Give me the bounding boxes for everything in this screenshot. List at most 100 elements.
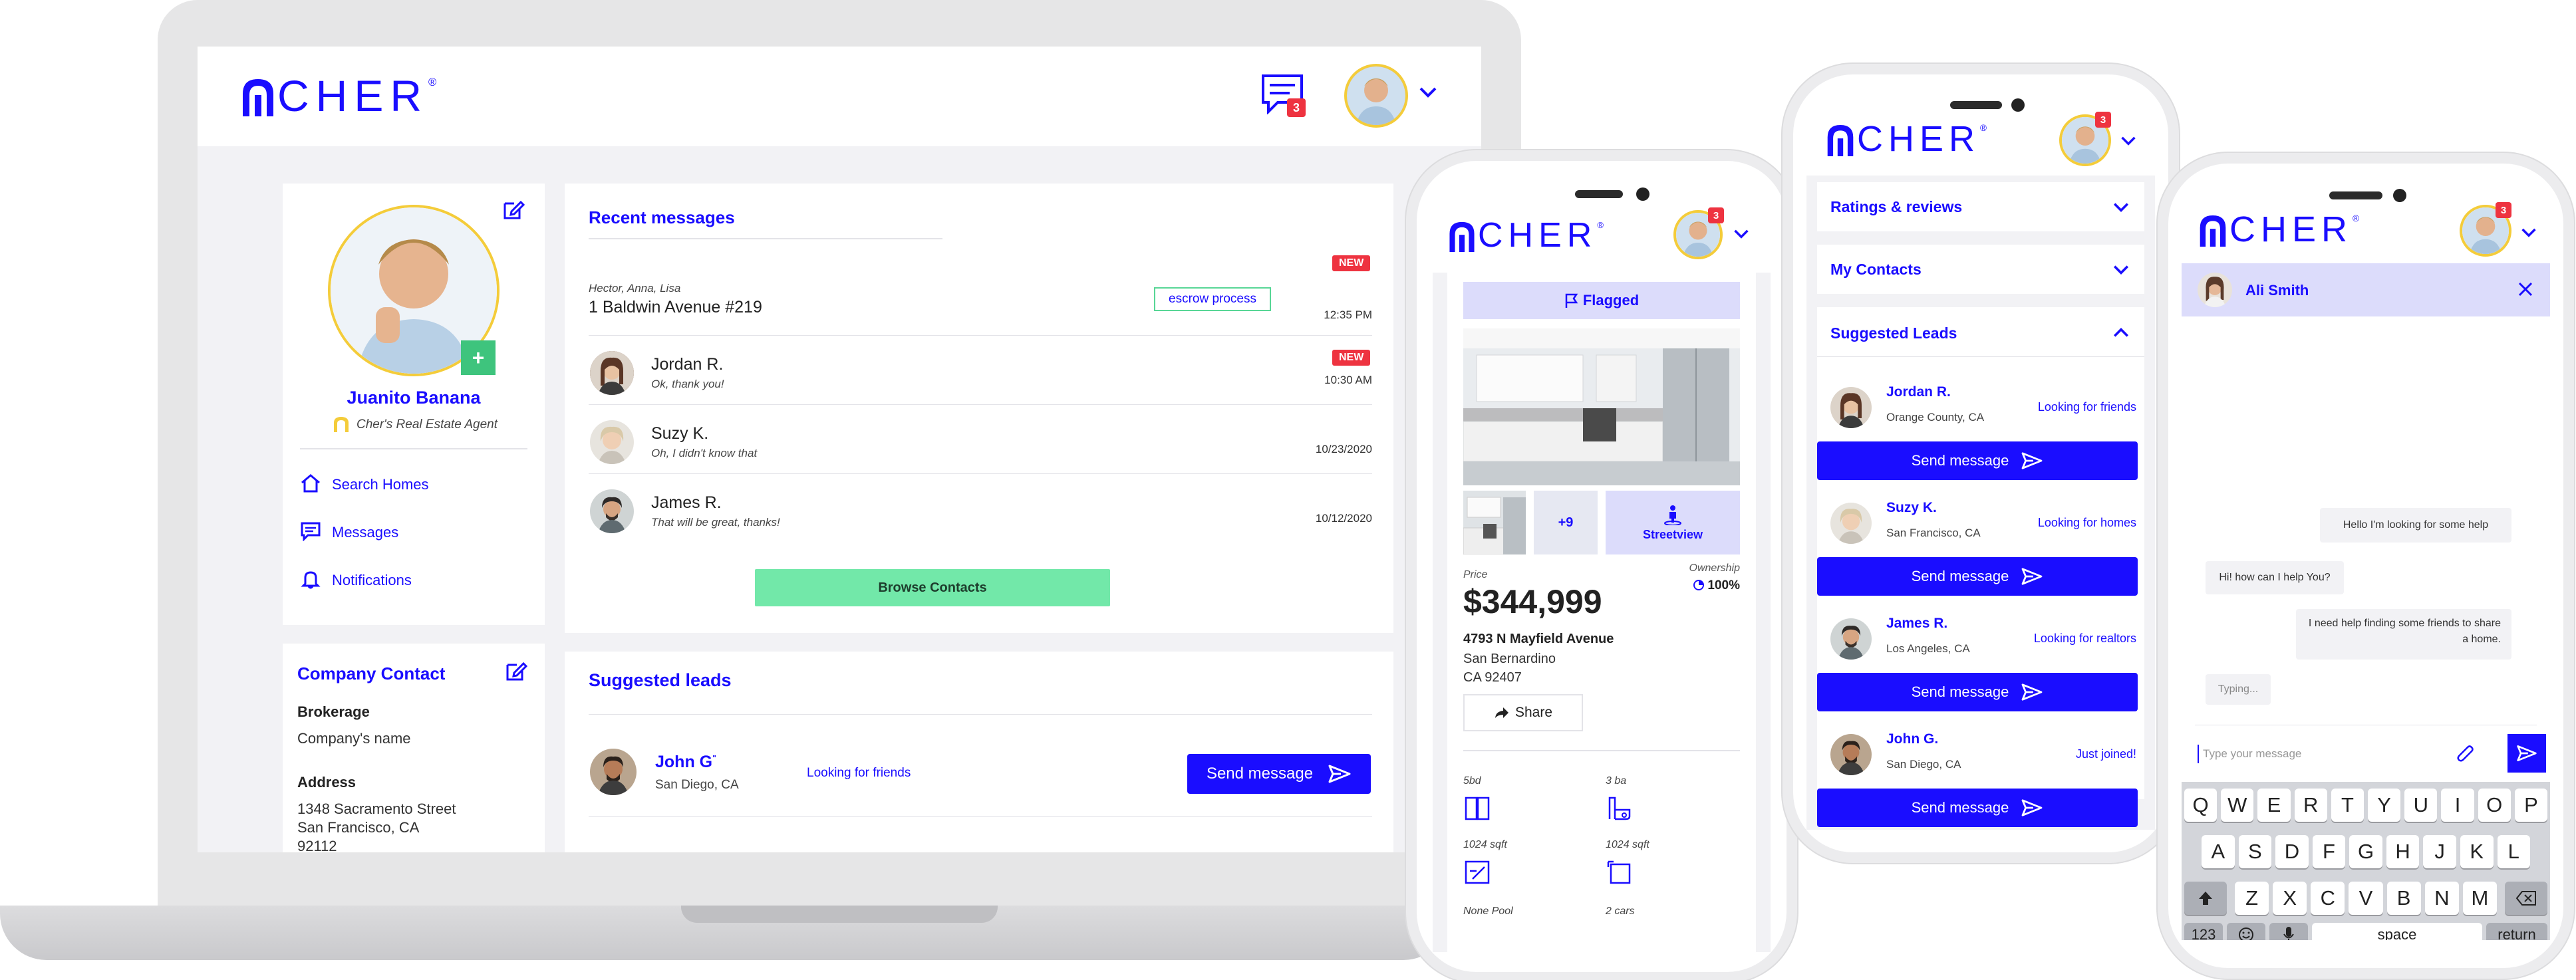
chevron-down-icon[interactable] (2120, 136, 2136, 150)
flagged-button[interactable]: Flagged (1463, 282, 1740, 319)
company-contact-card: Company Contact Brokerage Company's name… (283, 644, 545, 852)
section-ratings[interactable]: Ratings & reviews (1817, 182, 2144, 231)
brand-logo[interactable]: CHER ® (1824, 118, 1987, 160)
send-message-button[interactable]: Send message (1187, 754, 1371, 794)
profile-name: Juanito Banana (347, 388, 481, 408)
message-time: 12:35 PM (1324, 308, 1372, 321)
message-row[interactable]: James R. That will be great, thanks! 10/… (565, 475, 1393, 541)
messages-button[interactable]: 3 (1260, 73, 1307, 117)
lead-row: John G" San Diego, CA Looking for friend… (565, 745, 1393, 798)
title-underline (589, 238, 942, 239)
key-n[interactable]: N (2424, 882, 2459, 915)
message-row[interactable]: Suzy K. Oh, I didn't know that 10/23/202… (565, 406, 1393, 472)
emoji-key[interactable] (2227, 923, 2265, 940)
more-photos-thumb[interactable]: +9 (1534, 491, 1598, 554)
send-icon (2021, 568, 2043, 585)
key-i[interactable]: I (2441, 789, 2474, 822)
attachment-icon[interactable] (2456, 743, 2476, 769)
backspace-key[interactable] (2505, 882, 2547, 915)
sidebar-item-label: Search Homes (332, 476, 429, 493)
key-h[interactable]: H (2386, 835, 2420, 868)
lead-name[interactable]: Jordan R. (1886, 384, 1951, 400)
message-input[interactable]: Type your message (2198, 738, 2437, 771)
close-icon[interactable] (2517, 281, 2534, 301)
key-b[interactable]: B (2386, 882, 2421, 915)
key-w[interactable]: W (2221, 789, 2254, 822)
key-c[interactable]: C (2311, 882, 2345, 915)
brand-logo[interactable]: CHER ® (239, 70, 436, 121)
brand-logo[interactable]: CHER ® (1446, 215, 1604, 255)
feature-label: 3 ba (1606, 775, 1627, 787)
lead-name[interactable]: John G" (655, 753, 716, 772)
message-row[interactable]: NEW Hector, Anna, Lisa 1 Baldwin Avenue … (565, 253, 1393, 321)
key-l[interactable]: L (2497, 835, 2531, 868)
key-e[interactable]: E (2257, 789, 2291, 822)
key-k[interactable]: K (2460, 835, 2494, 868)
key-r[interactable]: R (2294, 789, 2327, 822)
sidebar-item-label: Messages (332, 524, 399, 541)
edit-profile-icon[interactable] (502, 198, 525, 224)
key-j[interactable]: J (2423, 835, 2456, 868)
key-q[interactable]: Q (2184, 789, 2218, 822)
property-main-photo[interactable] (1463, 328, 1740, 485)
chevron-down-icon[interactable] (2521, 227, 2537, 241)
feature-label: 1024 sqft (1606, 839, 1649, 850)
key-z[interactable]: Z (2235, 882, 2269, 915)
key-d[interactable]: D (2275, 835, 2309, 868)
add-photo-button[interactable]: + (461, 340, 496, 375)
key-f[interactable]: F (2312, 835, 2346, 868)
new-badge: NEW (1332, 255, 1371, 271)
send-message-button[interactable]: Send message (1817, 441, 2138, 480)
streetview-button[interactable]: Streetview (1606, 491, 1740, 554)
key-u[interactable]: U (2404, 789, 2438, 822)
key-o[interactable]: O (2478, 789, 2511, 822)
key-s[interactable]: S (2238, 835, 2272, 868)
escrow-tag[interactable]: escrow process (1154, 287, 1271, 311)
brand-logo[interactable]: CHER ® (2196, 209, 2359, 250)
browse-contacts-button[interactable]: Browse Contacts (755, 569, 1110, 606)
lead-name[interactable]: John G. (1886, 731, 1938, 747)
phone-screen: CHER ® 3 Flagged +9 Streetview Price $34… (1433, 201, 1771, 952)
return-key[interactable]: return (2486, 923, 2547, 940)
key-x[interactable]: X (2273, 882, 2307, 915)
on-screen-keyboard: QWERTYUIOP ASDFGHJKL ZXCVBNM 123 space r… (2182, 782, 2550, 940)
send-icon (1328, 765, 1351, 783)
user-avatar[interactable] (1344, 64, 1408, 128)
send-button[interactable] (2507, 734, 2546, 773)
typing-indicator: Typing... (2206, 674, 2271, 705)
message-subject: 1 Baldwin Avenue #219 (589, 298, 762, 316)
lead-status: Looking for homes (2037, 516, 2136, 529)
key-p[interactable]: P (2514, 789, 2548, 822)
microphone-key[interactable] (2269, 923, 2308, 940)
space-key[interactable]: space (2312, 923, 2482, 940)
property-thumb[interactable] (1463, 491, 1526, 554)
chevron-up-icon[interactable] (2112, 327, 2130, 338)
message-row[interactable]: NEW Jordan R. Ok, thank you! 10:30 AM (565, 336, 1393, 403)
key-t[interactable]: T (2331, 789, 2364, 822)
numbers-key[interactable]: 123 (2184, 923, 2223, 940)
lead-name[interactable]: Suzy K. (1886, 500, 1937, 516)
send-message-button[interactable]: Send message (1817, 557, 2138, 596)
shift-key[interactable] (2184, 882, 2227, 915)
ownership-label: Ownership (1689, 562, 1740, 574)
send-message-button[interactable]: Send message (1817, 789, 2138, 827)
share-button[interactable]: Share (1463, 694, 1583, 731)
chevron-down-icon[interactable] (1419, 86, 1437, 102)
send-icon (2517, 745, 2537, 761)
edit-company-icon[interactable] (505, 660, 528, 685)
section-contacts[interactable]: My Contacts (1817, 245, 2144, 294)
key-m[interactable]: M (2462, 882, 2497, 915)
recent-messages-card: Recent messages NEW Hector, Anna, Lisa 1… (565, 184, 1393, 633)
send-message-button[interactable]: Send message (1817, 673, 2138, 711)
feature-label: 1024 sqft (1463, 839, 1507, 850)
property-address: 4793 N Mayfield Avenue (1463, 632, 1614, 646)
brokerage-value: Company's name (297, 730, 411, 747)
key-g[interactable]: G (2349, 835, 2382, 868)
key-a[interactable]: A (2202, 835, 2235, 868)
key-y[interactable]: Y (2368, 789, 2401, 822)
key-v[interactable]: V (2349, 882, 2383, 915)
lead-item: Suzy K. San Francisco, CA Looking for ho… (1817, 492, 2147, 605)
lead-location: San Francisco, CA (1886, 527, 1981, 539)
chevron-down-icon[interactable] (1733, 229, 1749, 243)
lead-name[interactable]: James R. (1886, 616, 1947, 632)
